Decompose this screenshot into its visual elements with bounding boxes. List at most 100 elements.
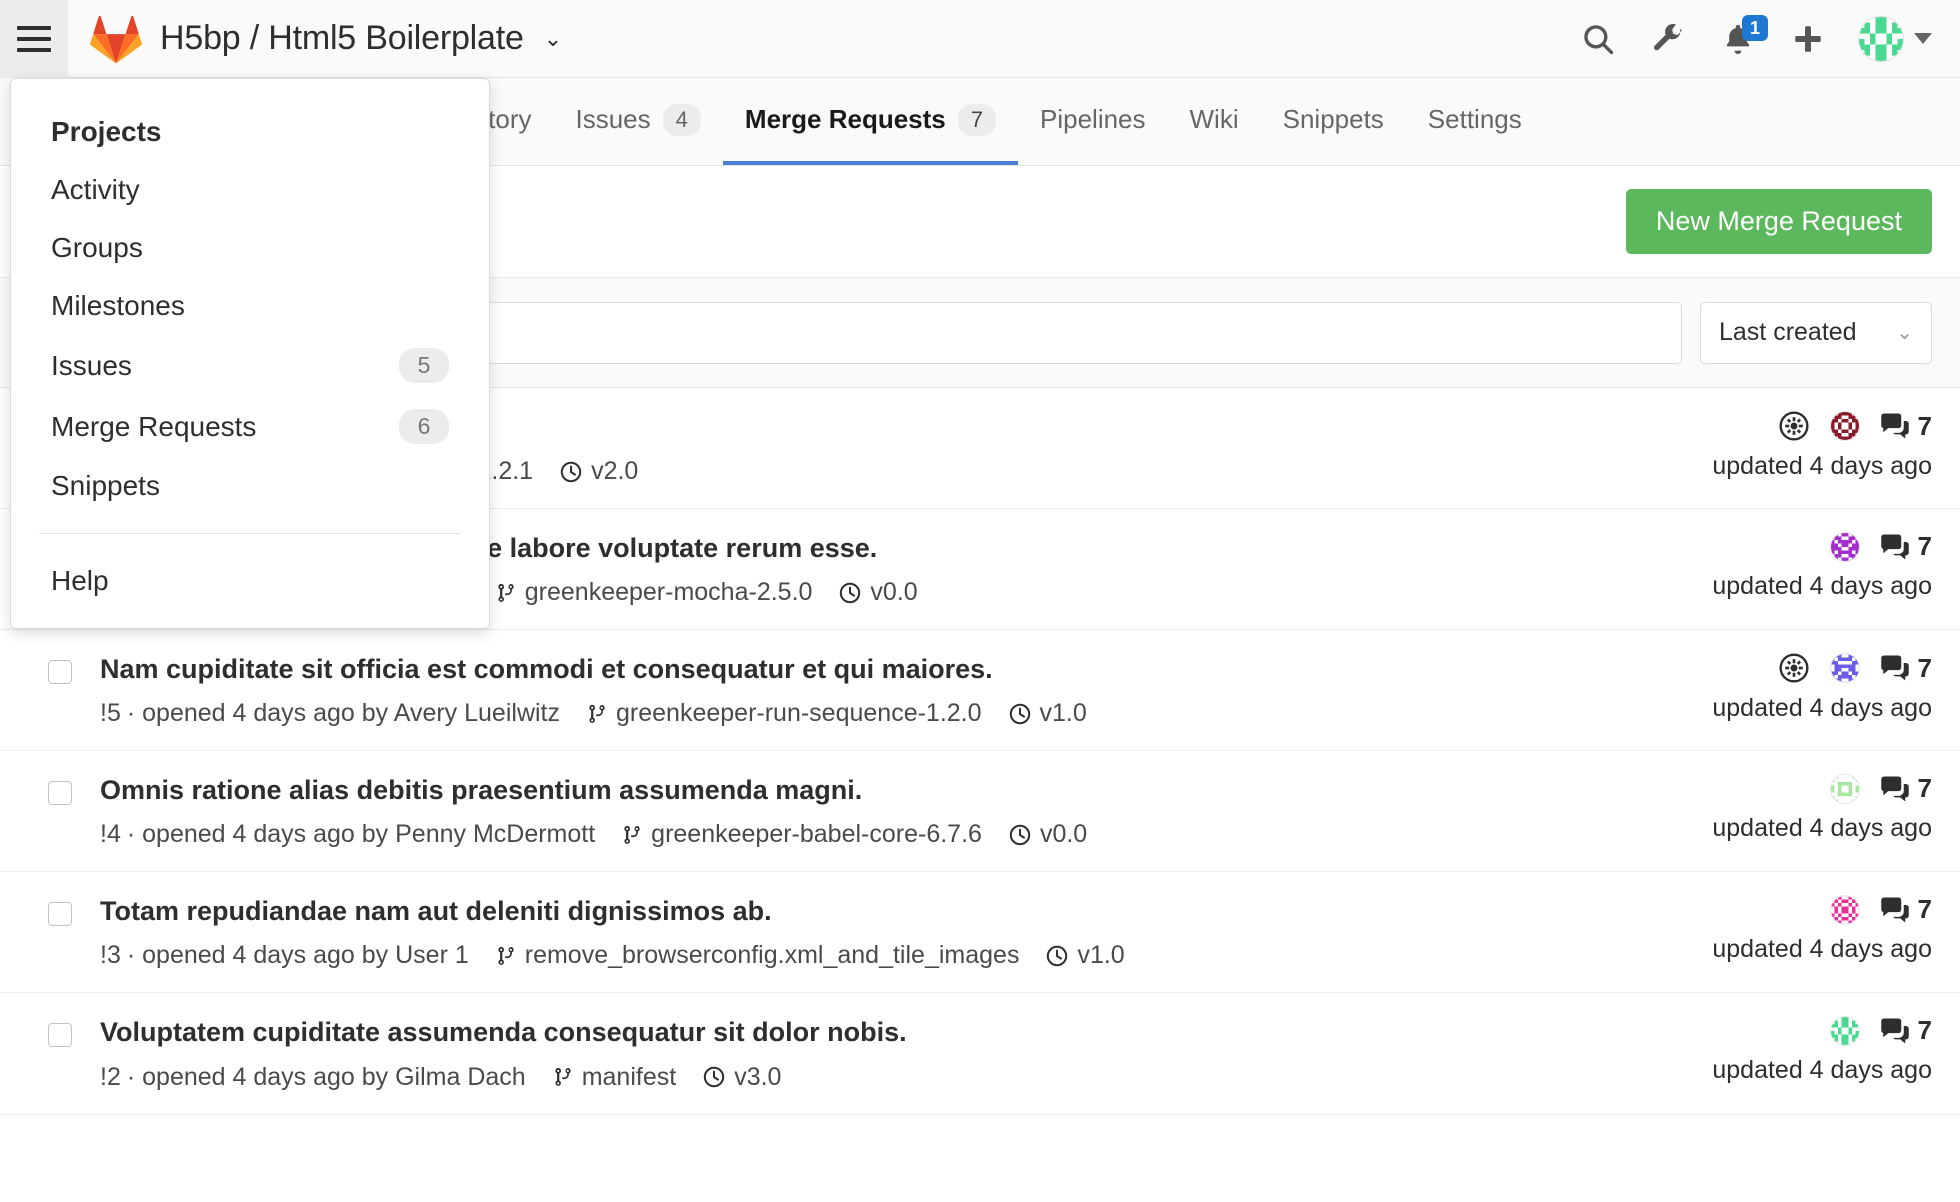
mr-milestone[interactable]: v0.0 bbox=[1008, 820, 1087, 849]
dropdown-item-snippets[interactable]: Snippets bbox=[11, 457, 489, 515]
dropdown-item-help[interactable]: Help bbox=[11, 552, 489, 610]
wrench-icon[interactable] bbox=[1648, 19, 1688, 59]
comment-count[interactable]: 7 bbox=[1880, 894, 1932, 925]
comment-count-value: 7 bbox=[1918, 1015, 1932, 1046]
tab-issues[interactable]: Issues 4 bbox=[554, 78, 723, 165]
branch-icon bbox=[586, 701, 608, 727]
row-checkbox[interactable] bbox=[48, 781, 72, 805]
dropdown-item-merge-requests[interactable]: Merge Requests 6 bbox=[11, 396, 489, 457]
hamburger-menu-button[interactable] bbox=[0, 0, 68, 78]
assignee-avatar[interactable] bbox=[1830, 411, 1860, 441]
tab-settings[interactable]: Settings bbox=[1406, 78, 1544, 165]
dropdown-item-projects[interactable]: Projects bbox=[11, 103, 489, 161]
clock-icon bbox=[559, 460, 583, 484]
brand[interactable]: H5bp / Html5 Boilerplate ⌄ bbox=[90, 14, 562, 64]
sort-dropdown-label: Last created bbox=[1719, 318, 1857, 347]
tab-wiki[interactable]: Wiki bbox=[1168, 78, 1261, 165]
comment-count[interactable]: 7 bbox=[1880, 411, 1932, 442]
comment-icon bbox=[1880, 534, 1910, 560]
tab-snippets[interactable]: Snippets bbox=[1261, 78, 1406, 165]
assignee-avatar[interactable] bbox=[1830, 774, 1860, 804]
mr-milestone[interactable]: v1.0 bbox=[1045, 941, 1124, 970]
table-row[interactable]: Omnis ratione alias debitis praesentium … bbox=[0, 751, 1960, 872]
avatar bbox=[1858, 16, 1904, 62]
branch-icon bbox=[621, 822, 643, 848]
comment-icon bbox=[1880, 413, 1910, 439]
bell-icon[interactable]: 1 bbox=[1718, 19, 1758, 59]
mr-opened-info: · opened 4 days ago by User 1 bbox=[127, 941, 469, 970]
mr-branch[interactable]: manifest bbox=[552, 1063, 676, 1092]
mr-opened-info: · opened 4 days ago by Avery Lueilwitz bbox=[127, 699, 560, 728]
table-row[interactable]: Voluptatem cupiditate assumenda consequa… bbox=[0, 993, 1960, 1114]
clock-icon bbox=[1045, 944, 1069, 968]
mr-milestone-label: v0.0 bbox=[870, 578, 917, 607]
tab-pipelines[interactable]: Pipelines bbox=[1018, 78, 1168, 165]
row-indicators: 7 bbox=[1778, 410, 1932, 442]
merge-request-title[interactable]: Voluptatem cupiditate assumenda consequa… bbox=[100, 1015, 1672, 1050]
sort-dropdown[interactable]: Last created ⌄ bbox=[1700, 302, 1932, 364]
pipeline-status-icon[interactable] bbox=[1778, 410, 1810, 442]
mr-milestone[interactable]: v2.0 bbox=[559, 457, 638, 486]
new-merge-request-button[interactable]: New Merge Request bbox=[1626, 189, 1932, 254]
comment-icon bbox=[1880, 1018, 1910, 1044]
mr-opened-info: · opened 4 days ago by Gilma Dach bbox=[127, 1063, 526, 1092]
merge-request-title[interactable]: Omnis ratione alias debitis praesentium … bbox=[100, 773, 1672, 808]
row-checkbox[interactable] bbox=[48, 660, 72, 684]
merge-request-title[interactable]: Totam repudiandae nam aut deleniti digni… bbox=[100, 894, 1672, 929]
row-right: 7 updated 4 days ago bbox=[1672, 773, 1932, 843]
row-right: 7 updated 4 days ago bbox=[1672, 652, 1932, 723]
comment-count-value: 7 bbox=[1918, 531, 1932, 562]
branch-icon bbox=[495, 580, 517, 606]
assignee-avatar[interactable] bbox=[1830, 1016, 1860, 1046]
table-row[interactable]: Nam cupiditate sit officia est commodi e… bbox=[0, 630, 1960, 751]
dropdown-item-label: Merge Requests bbox=[51, 411, 256, 443]
updated-timestamp: updated 4 days ago bbox=[1712, 935, 1932, 964]
comment-count[interactable]: 7 bbox=[1880, 1015, 1932, 1046]
mr-milestone[interactable]: v1.0 bbox=[1008, 699, 1087, 728]
assignee-avatar[interactable] bbox=[1830, 653, 1860, 683]
mr-branch[interactable]: greenkeeper-babel-core-6.7.6 bbox=[621, 820, 982, 849]
row-checkbox[interactable] bbox=[48, 902, 72, 926]
dropdown-item-activity[interactable]: Activity bbox=[11, 161, 489, 219]
chevron-down-icon[interactable] bbox=[1914, 33, 1932, 44]
mr-branch[interactable]: remove_browserconfig.xml_and_tile_images bbox=[495, 941, 1020, 970]
updated-timestamp: updated 4 days ago bbox=[1712, 694, 1932, 723]
mr-milestone[interactable]: v3.0 bbox=[702, 1063, 781, 1092]
comment-count[interactable]: 7 bbox=[1880, 773, 1932, 804]
row-right: 7 updated 4 days ago bbox=[1672, 410, 1932, 481]
assignee-avatar[interactable] bbox=[1830, 895, 1860, 925]
mr-branch[interactable]: greenkeeper-run-sequence-1.2.0 bbox=[586, 699, 982, 728]
user-menu[interactable] bbox=[1858, 16, 1932, 62]
dropdown-item-issues[interactable]: Issues 5 bbox=[11, 335, 489, 396]
app-stage: H5bp / Html5 Boilerplate ⌄ 1 bbox=[0, 0, 1960, 1202]
dropdown-item-count: 5 bbox=[399, 348, 449, 383]
mr-milestone-label: v2.0 bbox=[591, 457, 638, 486]
mr-milestone[interactable]: v0.0 bbox=[838, 578, 917, 607]
updated-timestamp: updated 4 days ago bbox=[1712, 1056, 1932, 1085]
branch-icon bbox=[552, 1064, 574, 1090]
mr-branch[interactable]: greenkeeper-mocha-2.5.0 bbox=[495, 578, 813, 607]
table-row[interactable]: Totam repudiandae nam aut deleniti digni… bbox=[0, 872, 1960, 993]
comment-count[interactable]: 7 bbox=[1880, 653, 1932, 684]
dropdown-item-milestones[interactable]: Milestones bbox=[11, 277, 489, 335]
updated-timestamp: updated 4 days ago bbox=[1712, 814, 1932, 843]
merge-request-meta: !3 · opened 4 days ago by User 1 remove_… bbox=[100, 941, 1672, 970]
comment-count[interactable]: 7 bbox=[1880, 531, 1932, 562]
dropdown-item-label: Issues bbox=[51, 350, 132, 382]
assignee-avatar[interactable] bbox=[1830, 532, 1860, 562]
tab-label: Snippets bbox=[1283, 104, 1384, 135]
merge-request-title[interactable]: Nam cupiditate sit officia est commodi e… bbox=[100, 652, 1672, 687]
dropdown-item-label: Milestones bbox=[51, 290, 185, 322]
pipeline-status-icon[interactable] bbox=[1778, 652, 1810, 684]
plus-icon[interactable] bbox=[1788, 19, 1828, 59]
dropdown-item-groups[interactable]: Groups bbox=[11, 219, 489, 277]
tab-label: Issues bbox=[576, 104, 651, 135]
updated-timestamp: updated 4 days ago bbox=[1712, 572, 1932, 601]
row-checkbox[interactable] bbox=[48, 1023, 72, 1047]
search-icon[interactable] bbox=[1578, 19, 1618, 59]
row-main: Voluptatem cupiditate assumenda consequa… bbox=[100, 1015, 1672, 1091]
tab-merge-requests[interactable]: Merge Requests 7 bbox=[723, 78, 1018, 165]
brand-title: H5bp / Html5 Boilerplate bbox=[160, 19, 524, 58]
chevron-down-icon[interactable]: ⌄ bbox=[544, 26, 562, 52]
global-nav-dropdown: Projects Activity Groups Milestones Issu… bbox=[10, 78, 490, 629]
